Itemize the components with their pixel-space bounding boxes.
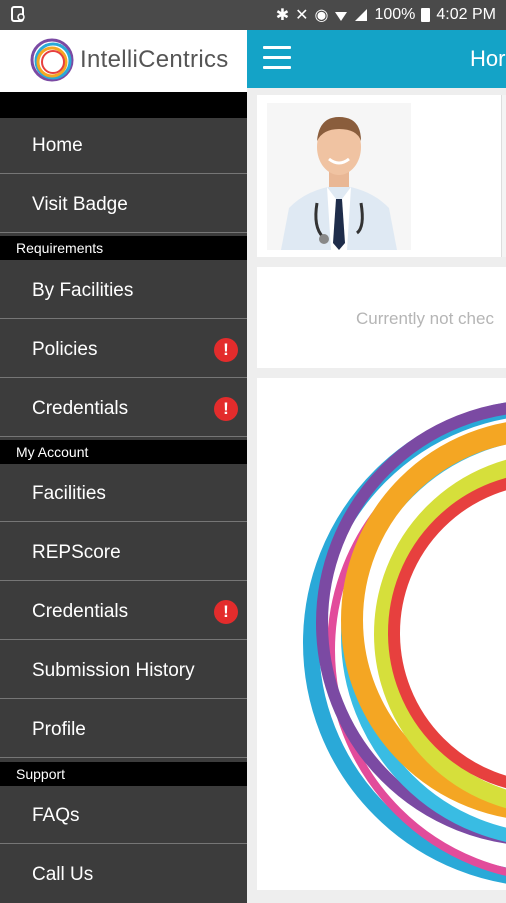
nav-item-faqs[interactable]: FAQs — [0, 788, 247, 844]
logo-icon — [30, 38, 74, 82]
section-header-requirements: Requirements — [0, 236, 247, 260]
profile-card — [257, 95, 506, 257]
section-header-my-account: My Account — [0, 440, 247, 464]
nav-item-visit-badge[interactable]: Visit Badge — [0, 177, 247, 233]
repscore-rings — [257, 378, 506, 890]
nav-item-label: Call Us — [32, 864, 94, 885]
bluetooth-icon: ✱ — [275, 7, 290, 24]
signal-icon — [355, 9, 368, 21]
brand-name: IntelliCentrics — [80, 46, 229, 73]
app-bar-title: Hor — [470, 46, 506, 71]
nav-item-label: Credentials — [32, 601, 129, 622]
clock: 4:02 PM — [436, 6, 496, 23]
section-header-support: Support — [0, 762, 247, 786]
nav-item-home[interactable]: Home — [0, 118, 247, 174]
nav-item-profile[interactable]: Profile — [0, 702, 247, 758]
checkin-status-text: Currently not chec — [356, 309, 494, 328]
status-right: ✱ ✕ ◉ 100% 4:02 PM — [276, 5, 496, 25]
nav-item-label: Profile — [32, 719, 86, 740]
nav-item-label: Policies — [32, 339, 98, 360]
nav-item-label: Credentials — [32, 398, 129, 419]
exclamation-alert-icon: ! — [214, 397, 238, 421]
nav-item-label: Facilities — [32, 483, 106, 504]
mute-icon: ✕ — [295, 7, 309, 24]
notification-icon — [11, 6, 25, 22]
alarm-icon: ◉ — [314, 7, 329, 24]
hamburger-menu-icon[interactable] — [263, 46, 291, 70]
nav-item-label: FAQs — [32, 805, 80, 826]
nav-item-label: REPScore — [32, 542, 121, 563]
navigation-drawer: IntelliCentrics Home Visit Badge Require… — [0, 30, 247, 903]
wifi-icon — [335, 12, 348, 21]
nav-item-label: Submission History — [32, 660, 195, 681]
nav-item-label: Visit Badge — [32, 194, 128, 215]
nav-item-call-us[interactable]: Call Us — [0, 847, 247, 903]
checkin-card: Currently not chec — [257, 267, 506, 368]
app-bar: Hor — [247, 30, 506, 88]
battery-icon — [421, 8, 431, 22]
exclamation-alert-icon: ! — [214, 338, 238, 362]
drawer-header-strip — [0, 92, 247, 118]
rings-graphic — [303, 402, 506, 884]
status-bar: ✱ ✕ ◉ 100% 4:02 PM — [0, 0, 506, 30]
nav-item-label: Home — [32, 135, 83, 156]
nav-item-credentials-requirements[interactable]: Credentials ! — [0, 381, 247, 437]
nav-item-by-facilities[interactable]: By Facilities — [0, 263, 247, 319]
exclamation-alert-icon: ! — [214, 600, 238, 624]
nav-item-submission-history[interactable]: Submission History — [0, 643, 247, 699]
battery-percent: 100% — [374, 6, 416, 23]
nav-item-policies[interactable]: Policies ! — [0, 322, 247, 378]
profile-photo — [267, 103, 411, 250]
nav-item-facilities[interactable]: Facilities — [0, 466, 247, 522]
nav-item-credentials-account[interactable]: Credentials ! — [0, 584, 247, 640]
nav-item-repscore[interactable]: REPScore — [0, 525, 247, 581]
nav-item-label: By Facilities — [32, 280, 134, 301]
drawer-header: IntelliCentrics — [0, 30, 247, 92]
